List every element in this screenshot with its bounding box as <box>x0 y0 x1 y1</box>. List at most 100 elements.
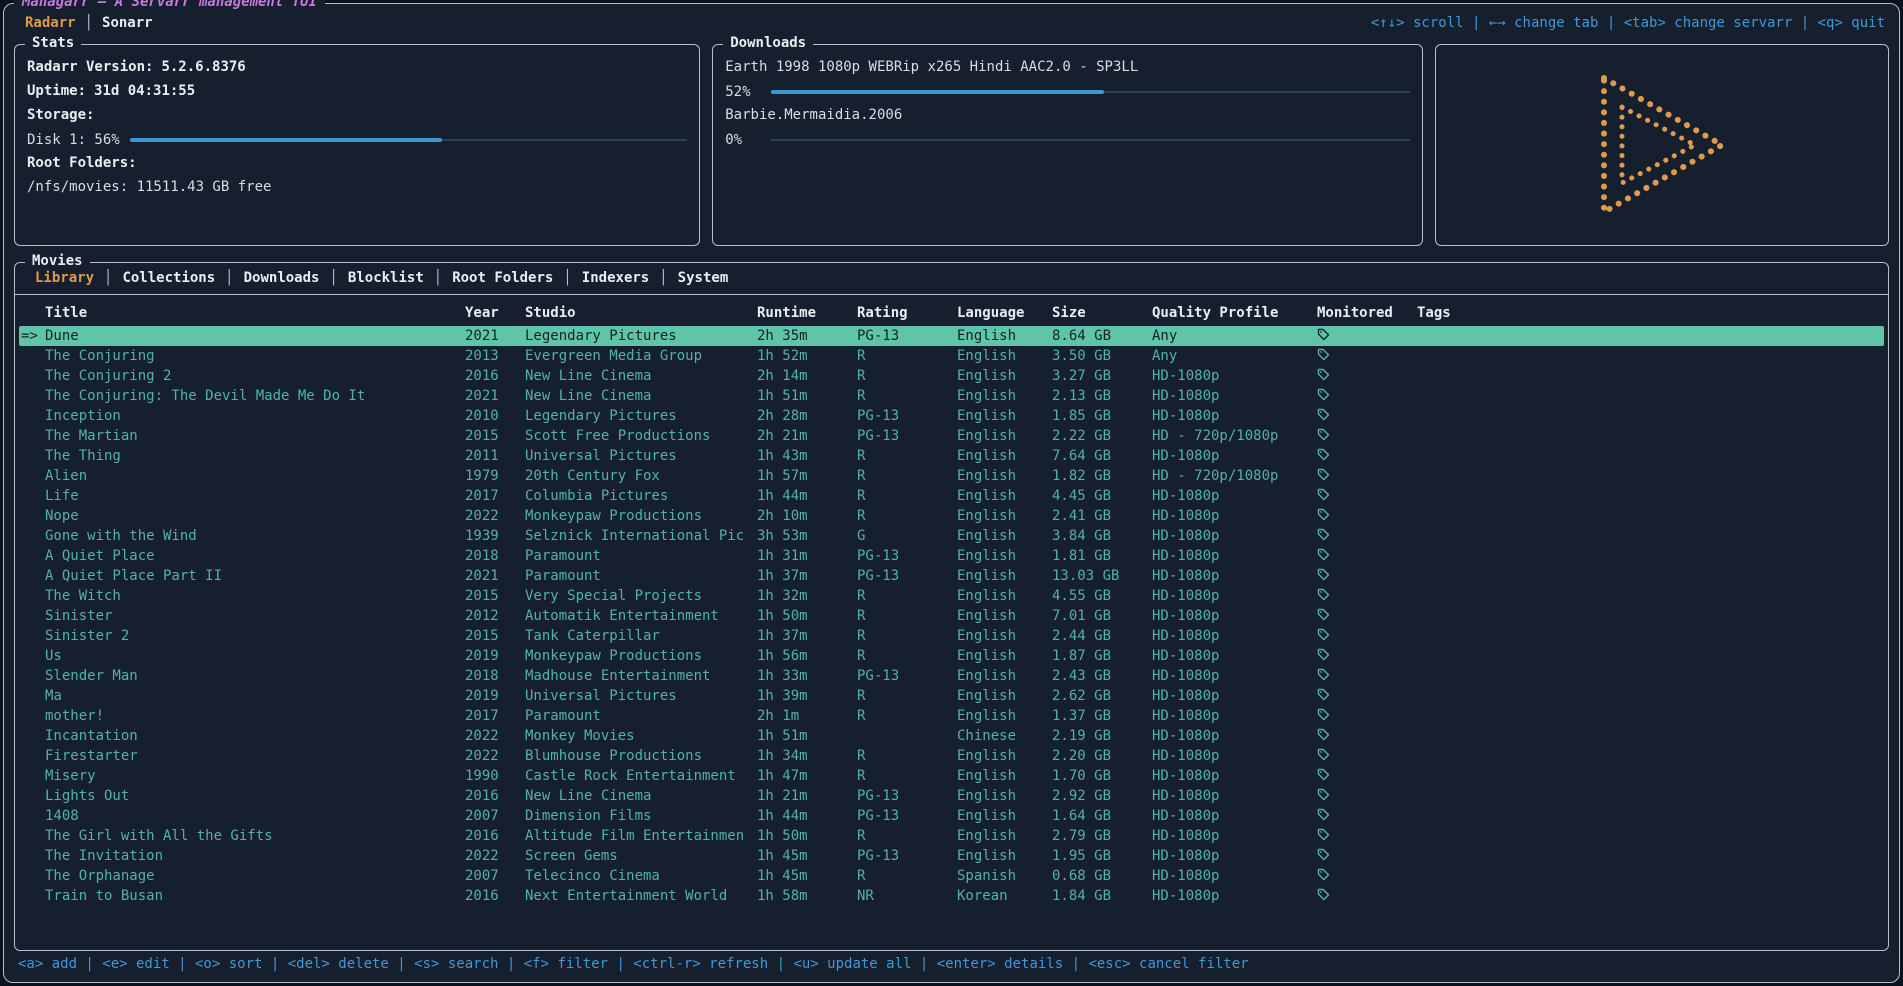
cell-studio: Altitude Film Entertainmen <box>525 826 757 846</box>
cell-title: Dune <box>45 326 465 346</box>
table-row[interactable]: Life2017Columbia Pictures1h 44mREnglish4… <box>19 486 1884 506</box>
cell-year: 2022 <box>465 846 525 866</box>
table-row[interactable]: Firestarter2022Blumhouse Productions1h 3… <box>19 746 1884 766</box>
table-row[interactable]: Misery1990Castle Rock Entertainment1h 47… <box>19 766 1884 786</box>
download-progressbar <box>771 85 1410 99</box>
table-row[interactable]: Train to Busan2016Next Entertainment Wor… <box>19 886 1884 906</box>
table-row[interactable]: Gone with the Wind1939Selznick Internati… <box>19 526 1884 546</box>
table-row[interactable]: Slender Man2018Madhouse Entertainment1h … <box>19 666 1884 686</box>
cell-quality: HD-1080p <box>1152 406 1317 426</box>
table-row[interactable]: Nope2022Monkeypaw Productions2h 10mREngl… <box>19 506 1884 526</box>
cell-title: Us <box>45 646 465 666</box>
arrow-spacer <box>19 886 45 906</box>
tag-icon <box>1317 688 1330 701</box>
table-row[interactable]: Sinister 22015Tank Caterpillar1h 37mREng… <box>19 626 1884 646</box>
table-row[interactable]: 14082007Dimension Films1h 44mPG-13Englis… <box>19 806 1884 826</box>
table-row[interactable]: The Conjuring 22016New Line Cinema2h 14m… <box>19 366 1884 386</box>
cell-rating: R <box>857 586 957 606</box>
table-row[interactable]: The Thing2011Universal Pictures1h 43mREn… <box>19 446 1884 466</box>
table-row[interactable]: Alien197920th Century Fox1h 57mREnglish1… <box>19 466 1884 486</box>
cell-rating: R <box>857 366 957 386</box>
arrow-spacer <box>19 746 45 766</box>
arrow-spacer <box>19 366 45 386</box>
servarr-tabs: Radarr│Sonarr <box>16 15 162 31</box>
cell-year: 2018 <box>465 666 525 686</box>
tab-library[interactable]: Library <box>25 270 104 286</box>
downloads-panel-title: Downloads <box>723 35 813 51</box>
cell-size: 4.55 GB <box>1052 586 1152 606</box>
table-row[interactable]: The Girl with All the Gifts2016Altitude … <box>19 826 1884 846</box>
table-row[interactable]: The Invitation2022Screen Gems1h 45mPG-13… <box>19 846 1884 866</box>
cell-year: 2021 <box>465 326 525 346</box>
cell-runtime: 2h 21m <box>757 426 857 446</box>
table-row[interactable]: Us2019Monkeypaw Productions1h 56mREnglis… <box>19 646 1884 666</box>
cell-tags <box>1417 686 1884 706</box>
servarr-tab-radarr[interactable]: Radarr <box>16 15 85 31</box>
cell-language: English <box>957 506 1052 526</box>
tag-icon <box>1317 628 1330 641</box>
cell-size: 1.37 GB <box>1052 706 1152 726</box>
cell-size: 7.01 GB <box>1052 606 1152 626</box>
table-row[interactable]: =>Dune2021Legendary Pictures2h 35mPG-13E… <box>19 326 1884 346</box>
arrow-spacer <box>19 666 45 686</box>
tab-downloads[interactable]: Downloads <box>234 270 330 286</box>
table-row[interactable]: Lights Out2016New Line Cinema1h 21mPG-13… <box>19 786 1884 806</box>
monitored-cell <box>1317 686 1417 706</box>
tag-icon <box>1317 868 1330 881</box>
monitored-cell <box>1317 386 1417 406</box>
col-language: Language <box>957 305 1052 321</box>
table-row[interactable]: Incantation2022Monkey Movies1h 51mChines… <box>19 726 1884 746</box>
cell-rating: R <box>857 866 957 886</box>
monitored-cell <box>1317 506 1417 526</box>
arrow-spacer <box>19 866 45 886</box>
cell-year: 2011 <box>465 446 525 466</box>
cell-studio: Dimension Films <box>525 806 757 826</box>
cell-title: The Conjuring <box>45 346 465 366</box>
cell-rating: G <box>857 526 957 546</box>
table-row[interactable]: mother!2017Paramount2h 1mREnglish1.37 GB… <box>19 706 1884 726</box>
cell-quality: HD-1080p <box>1152 706 1317 726</box>
tab-system[interactable]: System <box>668 270 739 286</box>
cell-size: 2.62 GB <box>1052 686 1152 706</box>
cell-size: 8.64 GB <box>1052 326 1152 346</box>
tab-separator: │ <box>329 270 337 286</box>
table-row[interactable]: A Quiet Place Part II2021Paramount1h 37m… <box>19 566 1884 586</box>
tag-icon <box>1317 488 1330 501</box>
table-row[interactable]: Ma2019Universal Pictures1h 39mREnglish2.… <box>19 686 1884 706</box>
tab-collections[interactable]: Collections <box>112 270 225 286</box>
table-row[interactable]: The Witch2015Very Special Projects1h 32m… <box>19 586 1884 606</box>
cell-title: Misery <box>45 766 465 786</box>
cell-year: 2016 <box>465 366 525 386</box>
cell-title: 1408 <box>45 806 465 826</box>
cell-size: 7.64 GB <box>1052 446 1152 466</box>
cell-year: 2019 <box>465 646 525 666</box>
table-row[interactable]: A Quiet Place2018Paramount1h 31mPG-13Eng… <box>19 546 1884 566</box>
download-progress-row: 52% <box>725 81 1410 102</box>
table-row[interactable]: Sinister2012Automatik Entertainment1h 50… <box>19 606 1884 626</box>
cell-tags <box>1417 786 1884 806</box>
cell-size: 2.19 GB <box>1052 726 1152 746</box>
selection-arrow: => <box>19 326 45 346</box>
table-row[interactable]: The Martian2015Scott Free Productions2h … <box>19 426 1884 446</box>
tab-indexers[interactable]: Indexers <box>572 270 659 286</box>
arrow-spacer <box>19 846 45 866</box>
cell-year: 2017 <box>465 486 525 506</box>
cell-title: The Conjuring: The Devil Made Me Do It <box>45 386 465 406</box>
monitored-cell <box>1317 826 1417 846</box>
cell-tags <box>1417 826 1884 846</box>
cell-runtime: 1h 37m <box>757 626 857 646</box>
table-row[interactable]: Inception2010Legendary Pictures2h 28mPG-… <box>19 406 1884 426</box>
table-row[interactable]: The Orphanage2007Telecinco Cinema1h 45mR… <box>19 866 1884 886</box>
cell-runtime: 1h 32m <box>757 586 857 606</box>
servarr-tab-sonarr[interactable]: Sonarr <box>93 15 162 31</box>
cell-language: English <box>957 786 1052 806</box>
cell-tags <box>1417 666 1884 686</box>
table-row[interactable]: The Conjuring: The Devil Made Me Do It20… <box>19 386 1884 406</box>
tag-icon <box>1317 808 1330 821</box>
arrow-spacer <box>19 806 45 826</box>
cell-title: Gone with the Wind <box>45 526 465 546</box>
table-row[interactable]: The Conjuring2013Evergreen Media Group1h… <box>19 346 1884 366</box>
tab-root-folders[interactable]: Root Folders <box>442 270 563 286</box>
tab-blocklist[interactable]: Blocklist <box>338 270 434 286</box>
tab-separator: │ <box>659 270 667 286</box>
